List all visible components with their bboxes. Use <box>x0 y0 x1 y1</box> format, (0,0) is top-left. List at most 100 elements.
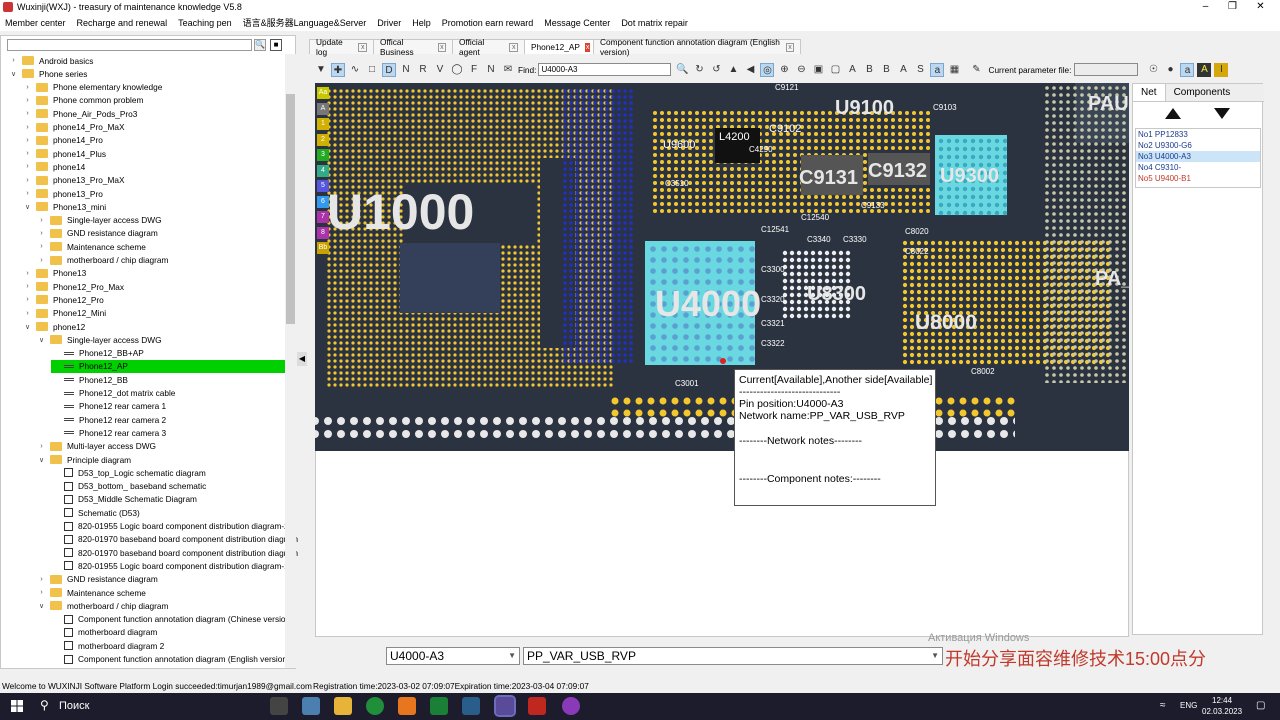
rotate-right-icon[interactable]: ↻ <box>692 63 706 77</box>
expand-icon[interactable]: › <box>23 84 32 91</box>
zoom-out-icon[interactable]: ⊖ <box>794 63 808 77</box>
search-icon[interactable]: 🔍 <box>254 39 266 51</box>
expand-icon[interactable]: › <box>37 217 46 224</box>
tree-item[interactable]: ∨ Principle diagram <box>37 453 131 466</box>
tree-item[interactable]: › phone13_Pro <box>23 187 103 200</box>
tree-item[interactable]: 820-01955 Logic board component distribu… <box>51 559 289 572</box>
tree-item[interactable]: › phone14 <box>23 160 85 173</box>
tree-item[interactable]: D53_bottom_ baseband schematic <box>51 480 206 493</box>
f-mode-icon[interactable]: F <box>467 63 481 77</box>
menu-dot-matrix[interactable]: Dot matrix repair <box>621 18 688 28</box>
tree-item[interactable]: motherboard diagram 2 <box>51 639 164 652</box>
tree-item[interactable]: › phone14_Plus <box>23 147 106 160</box>
expand-icon[interactable]: › <box>37 257 46 264</box>
expand-icon[interactable]: › <box>23 270 32 277</box>
minimize-button[interactable]: – <box>1192 0 1219 14</box>
menu-message-center[interactable]: Message Center <box>544 18 610 28</box>
expand-icon[interactable]: › <box>23 137 32 144</box>
board-viewer[interactable]: U1000 U4000 U8300 U8000 U9100 U9300 C913… <box>315 83 1129 451</box>
collapse-icon[interactable]: ∨ <box>23 323 32 331</box>
collapse-panel-icon[interactable]: ◀ <box>297 352 307 366</box>
tree-item[interactable]: › Phone12_Pro <box>23 293 103 306</box>
expand-icon[interactable]: › <box>37 589 46 596</box>
fit-icon[interactable]: ▣ <box>811 63 825 77</box>
tree-item[interactable]: › phone13_Pro_MaX <box>23 174 124 187</box>
expand-icon[interactable]: › <box>23 110 32 117</box>
window-icon[interactable]: ▢ <box>828 63 842 77</box>
highlight-icon[interactable]: a <box>1180 62 1195 77</box>
tree-item[interactable]: › Maintenance scheme <box>37 240 146 253</box>
text-ba-icon[interactable]: A <box>896 63 910 77</box>
expand-icon[interactable]: › <box>23 283 32 290</box>
tab-update-log[interactable]: Update log x <box>309 37 374 57</box>
tree-item[interactable]: › Phone13 <box>23 267 86 280</box>
menu-member-center[interactable]: Member center <box>5 18 66 28</box>
tree-item[interactable]: › Single-layer access DWG <box>37 214 161 227</box>
tab-close-icon[interactable]: x <box>509 42 518 52</box>
expand-icon[interactable]: › <box>23 163 32 170</box>
tab-official-agent[interactable]: Official agent x <box>452 37 525 57</box>
tree-item[interactable]: › phone14_Pro <box>23 134 103 147</box>
tree-item[interactable]: Phone12_BB <box>51 373 128 386</box>
v-mode-icon[interactable]: V <box>433 63 447 77</box>
tree-item[interactable]: D53_top_Logic schematic diagram <box>51 466 206 479</box>
tab-component-annotation[interactable]: Component function annotation diagram (E… <box>593 37 801 57</box>
tree-item[interactable]: ∨ Single-layer access DWG <box>37 333 162 346</box>
color-icon[interactable]: I <box>1214 62 1229 77</box>
tree-item[interactable]: › Phone_Air_Pods_Pro3 <box>23 107 137 120</box>
tree-item[interactable]: ∨ Phone series <box>9 67 88 80</box>
expand-icon[interactable]: › <box>23 150 32 157</box>
collapse-icon[interactable]: ∨ <box>9 70 18 78</box>
expand-icon[interactable]: › <box>37 230 46 237</box>
tree-item[interactable]: ∨ Phone13_mini <box>23 200 106 213</box>
grid-icon[interactable]: ▦ <box>947 63 961 77</box>
tab-phone12-ap[interactable]: Phone12_AP x <box>524 39 594 54</box>
tab-close-icon[interactable]: x <box>437 42 446 52</box>
tab-close-icon[interactable]: x <box>786 42 794 52</box>
param-file-select[interactable] <box>1074 63 1139 76</box>
zoom-in-icon[interactable]: ⊕ <box>777 63 791 77</box>
bold-icon[interactable]: B <box>862 63 876 77</box>
rotate-left-icon[interactable]: ↺ <box>709 63 723 77</box>
comment-icon[interactable]: ✉ <box>501 63 515 77</box>
tree-item[interactable]: › Phone common problem <box>23 94 143 107</box>
tree-item[interactable]: Phone12 rear camera 2 <box>51 413 166 426</box>
expand-icon[interactable]: › <box>37 243 46 250</box>
tab-offical-business[interactable]: Offical Business x <box>373 37 453 57</box>
close-icon[interactable]: ■ <box>270 39 282 51</box>
collapse-icon[interactable]: ∨ <box>37 336 46 344</box>
menu-help[interactable]: Help <box>412 18 431 28</box>
maximize-button[interactable]: ❐ <box>1219 0 1246 14</box>
menu-driver[interactable]: Driver <box>377 18 401 28</box>
tree-item[interactable]: › Phone12_Mini <box>23 307 106 320</box>
target-icon[interactable]: ◎ <box>760 62 775 77</box>
edit-icon[interactable]: ✎ <box>969 63 983 77</box>
eye-icon[interactable]: ☉ <box>1146 63 1160 77</box>
tree-item[interactable]: › motherboard / chip diagram <box>37 254 168 267</box>
expand-icon[interactable]: › <box>37 443 46 450</box>
expand-icon[interactable]: › <box>23 190 32 197</box>
tree-item[interactable]: ∨ phone12 <box>23 320 85 333</box>
tree-item[interactable]: ∨ motherboard / chip diagram <box>37 599 169 612</box>
tree-item[interactable]: motherboard diagram <box>51 626 157 639</box>
tab-close-icon[interactable]: x <box>358 42 367 52</box>
expand-icon[interactable]: › <box>23 296 32 303</box>
tree-item[interactable]: › GND resistance diagram <box>37 573 158 586</box>
tree-item[interactable]: D53_Middle Schematic Diagram <box>51 493 197 506</box>
collapse-icon[interactable]: ∨ <box>37 456 46 464</box>
close-window-button[interactable]: ✕ <box>1247 0 1274 14</box>
find-input[interactable]: U4000-A3 <box>538 63 672 76</box>
tree-item[interactable]: › Phone12_Pro_Max <box>23 280 124 293</box>
tree-item[interactable]: › GND resistance diagram <box>37 227 158 240</box>
collapse-icon[interactable]: ∨ <box>37 602 46 610</box>
tree-item[interactable]: Phone12_dot matrix cable <box>51 387 175 400</box>
tree-item[interactable]: › Phone elementary knowledge <box>23 81 162 94</box>
filter-icon[interactable]: ▼ <box>314 63 328 77</box>
text-s-icon[interactable]: S <box>913 63 927 77</box>
tree-item[interactable]: › Android basics <box>9 54 93 67</box>
expand-icon[interactable]: › <box>9 57 18 64</box>
v-circle-icon[interactable]: ◯ <box>450 63 464 77</box>
tree-item[interactable]: › phone14_Pro_MaX <box>23 121 124 134</box>
text-ab-icon[interactable]: a <box>930 62 945 77</box>
tree-item[interactable]: Phone12 rear camera 3 <box>51 426 166 439</box>
